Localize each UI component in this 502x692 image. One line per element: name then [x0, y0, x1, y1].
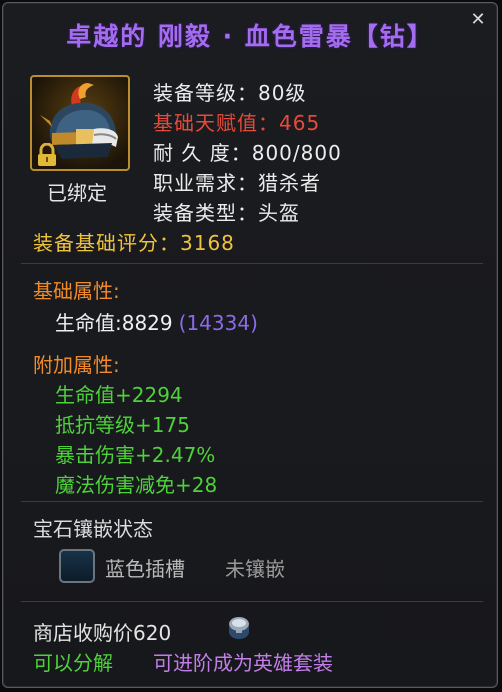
gem-slot-icon[interactable] [59, 549, 95, 583]
base-hp-total: (14334) [178, 311, 258, 335]
extra-attr-resist: 抵抗等级+175 [55, 413, 190, 437]
durability: 耐 久 度：800/800 [153, 141, 342, 165]
divider [21, 263, 483, 264]
item-tooltip-panel: 卓越的 刚毅 · 血色雷暴【钻】 ✕ 已绑定 装备等级：80级 基础天赋值：46… [2, 2, 498, 688]
class-requirement: 职业需求：猎杀者 [153, 171, 321, 195]
item-title: 卓越的 刚毅 · 血色雷暴【钻】 [66, 22, 434, 51]
equip-level: 装备等级：80级 [153, 81, 307, 105]
extra-attr-hp: 生命值+2294 [55, 383, 183, 407]
base-attributes-title: 基础属性: [33, 279, 120, 303]
gem-slot-label: 蓝色插槽 [105, 557, 185, 581]
divider [21, 601, 483, 602]
extra-attr-crit: 暴击伤害+2.47% [55, 443, 216, 467]
extra-attributes-title: 附加属性: [33, 353, 120, 377]
equip-type: 装备类型：头盔 [153, 201, 300, 225]
gem-status-title: 宝石镶嵌状态 [33, 517, 153, 541]
upgrade-link[interactable]: 可进阶成为英雄套装 [153, 647, 333, 676]
close-icon[interactable]: ✕ [469, 11, 487, 29]
talent-value: 基础天赋值：465 [153, 111, 321, 135]
base-hp: 生命值:8829 (14334) [55, 307, 258, 336]
bound-status: 已绑定 [47, 181, 107, 205]
title-bar: 卓越的 刚毅 · 血色雷暴【钻】 ✕ [3, 3, 497, 65]
coin-icon [229, 617, 249, 639]
decompose-link[interactable]: 可以分解 [33, 647, 113, 676]
shop-price: 商店收购价620 [33, 621, 172, 645]
divider [21, 501, 483, 502]
base-hp-value: 生命值:8829 [55, 311, 173, 335]
base-score: 装备基础评分：3168 [33, 231, 235, 255]
extra-attr-magic-reduce: 魔法伤害减免+28 [55, 473, 218, 497]
item-icon-frame [30, 75, 130, 171]
gem-slot-state: 未镶嵌 [225, 557, 285, 581]
lock-icon [38, 143, 56, 166]
